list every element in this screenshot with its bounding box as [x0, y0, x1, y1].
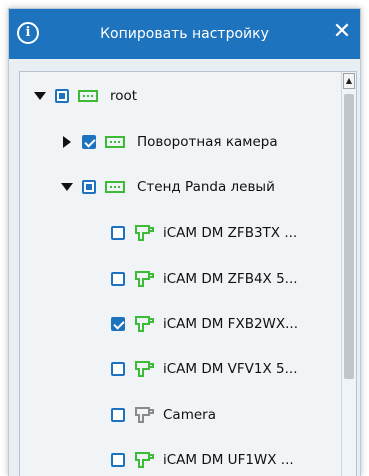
camera-icon [135, 225, 154, 241]
group-icon [105, 136, 125, 148]
dialog-title: Копировать настройку [100, 26, 269, 42]
tree-node-camera[interactable]: iCAM DM VFV1X 5... [111, 351, 298, 387]
tree-checkbox[interactable] [82, 135, 96, 149]
tree-checkbox[interactable] [111, 272, 125, 286]
tree-node-camera[interactable]: iCAM DM ZFB4X 5... [111, 261, 298, 297]
group-icon [105, 181, 125, 193]
tree-node-group[interactable]: Стенд Panda левый [60, 169, 275, 205]
scroll-thumb[interactable] [344, 94, 354, 379]
tree-node-group[interactable]: Поворотная камера [60, 124, 278, 160]
tree-node-label: Стенд Panda левый [137, 179, 275, 195]
dialog-body: root Поворотная камера Стенд Panda левый [9, 59, 360, 476]
copy-settings-dialog: i Копировать настройку ✕ root Поворотная… [8, 8, 361, 476]
tree-checkbox[interactable] [111, 453, 125, 467]
tree-node-label: iCAM DM ZFB3TX ... [163, 225, 298, 241]
tree-node-label: Camera [163, 407, 216, 423]
tree-checkbox[interactable] [82, 180, 96, 194]
tree-node-camera[interactable]: Camera [111, 397, 216, 433]
camera-offline-icon [135, 407, 154, 423]
tree-node-label: Поворотная камера [137, 134, 278, 150]
tree-node-camera[interactable]: iCAM DM ZFB3TX ... [111, 215, 297, 251]
camera-icon [135, 271, 154, 287]
dialog-titlebar: i Копировать настройку ✕ [9, 9, 360, 59]
tree-node-label: iCAM DM FXB2WX... [163, 316, 299, 332]
camera-icon [135, 316, 154, 332]
collapse-arrow-icon[interactable] [60, 135, 74, 149]
tree-checkbox[interactable] [111, 317, 125, 331]
expand-arrow-icon[interactable] [33, 89, 47, 103]
scroll-up-arrow-icon[interactable]: ▲ [343, 73, 355, 89]
tree-node-label: iCAM DM ZFB4X 5... [163, 271, 298, 287]
vertical-scrollbar[interactable]: ▲ [341, 72, 356, 476]
tree-checkbox[interactable] [111, 362, 125, 376]
tree-checkbox[interactable] [111, 408, 125, 422]
expand-arrow-icon[interactable] [60, 180, 74, 194]
tree-node-label: root [110, 88, 138, 104]
camera-icon [135, 452, 154, 468]
tree-checkbox[interactable] [111, 226, 125, 240]
group-icon [78, 90, 98, 102]
tree-node-label: iCAM DM UF1WX ... [163, 452, 294, 468]
tree-checkbox[interactable] [55, 89, 69, 103]
camera-icon [135, 361, 154, 377]
device-tree: root Поворотная камера Стенд Panda левый [19, 71, 357, 476]
tree-node-camera[interactable]: iCAM DM FXB2WX... [111, 306, 298, 342]
tree-node-camera[interactable]: iCAM DM UF1WX ... [111, 442, 294, 476]
tree-node-root[interactable]: root [33, 78, 137, 114]
tree-node-label: iCAM DM VFV1X 5... [163, 361, 298, 377]
close-icon[interactable]: ✕ [330, 20, 354, 44]
